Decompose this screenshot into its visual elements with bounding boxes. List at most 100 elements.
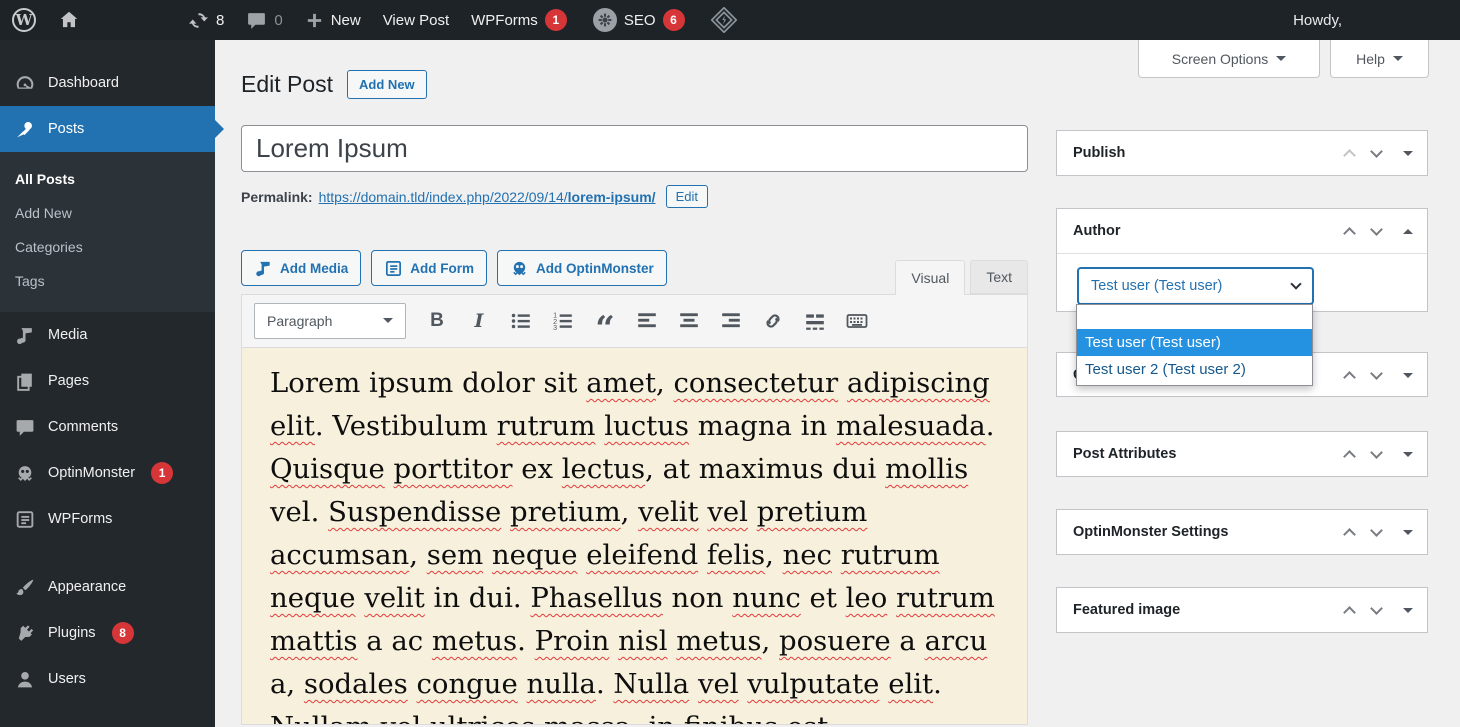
seo-menu[interactable]: SEO 6 (593, 8, 685, 32)
sidebar-item-plugins[interactable]: Plugins 8 (0, 610, 215, 656)
move-up-icon[interactable] (1343, 528, 1356, 541)
bulleted-list-button[interactable] (510, 310, 532, 332)
sidebar-item-all-posts[interactable]: All Posts (0, 162, 215, 196)
tab-text[interactable]: Text (970, 260, 1028, 294)
blockquote-button[interactable]: “ (594, 310, 616, 332)
posts-submenu: All Posts Add New Categories Tags (0, 152, 215, 312)
author-panel-header[interactable]: Author (1057, 209, 1427, 253)
featured-image-panel-header[interactable]: Featured image (1057, 588, 1427, 632)
wordpress-logo[interactable]: W (12, 8, 36, 32)
editor-content-area[interactable]: Lorem ipsum dolor sit amet, consectetur … (241, 348, 1028, 725)
text-run (595, 410, 604, 442)
author-panel-title: Author (1073, 223, 1345, 239)
site-home-link[interactable] (58, 9, 80, 31)
edit-permalink-button[interactable]: Edit (666, 185, 708, 208)
move-down-icon[interactable] (1370, 223, 1383, 236)
publish-panel-header[interactable]: Publish (1057, 131, 1427, 175)
screen-options-label: Screen Options (1172, 51, 1269, 67)
text-run (535, 711, 544, 725)
featured-image-panel: Featured image (1056, 587, 1428, 633)
text-run (748, 496, 757, 528)
screen-options-button[interactable]: Screen Options (1138, 40, 1320, 78)
optinmonster-settings-panel: OptinMonster Settings (1056, 509, 1428, 555)
view-post-link[interactable]: View Post (383, 12, 449, 29)
updates-count: 8 (216, 12, 224, 29)
misspelled-word: Proin (535, 625, 610, 657)
sidebar-item-users[interactable]: Users (0, 656, 215, 702)
chevron-down-icon (1276, 56, 1286, 66)
howdy-account-menu[interactable]: Howdy, (1293, 12, 1342, 29)
comments-indicator[interactable]: 0 (246, 10, 282, 31)
toggle-panel-icon[interactable] (1403, 452, 1413, 462)
toggle-panel-icon[interactable] (1403, 373, 1413, 383)
sidebar-item-comments[interactable]: Comments (0, 404, 215, 450)
publish-panel-title: Publish (1073, 145, 1345, 161)
tab-visual[interactable]: Visual (895, 260, 965, 295)
paragraph-format-select[interactable]: Paragraph (254, 303, 406, 339)
misspelled-word: leo (846, 582, 888, 614)
add-media-button[interactable]: Add Media (241, 250, 361, 286)
align-left-button[interactable] (636, 310, 658, 332)
misspelled-word: metus (432, 625, 517, 657)
sidebar-label-posts: Posts (48, 121, 84, 137)
sidebar-item-wpforms[interactable]: WPForms (0, 496, 215, 542)
text-run (372, 711, 381, 725)
author-select[interactable]: Test user (Test user) (1077, 267, 1314, 305)
new-content-menu[interactable]: New (305, 11, 361, 30)
move-up-icon[interactable] (1343, 149, 1356, 162)
editor-paragraph: Lorem ipsum dolor sit amet, consectetur … (270, 362, 999, 725)
toggle-panel-icon[interactable] (1403, 530, 1413, 540)
text-run: , (621, 496, 638, 528)
text-run: a, (270, 668, 304, 700)
move-down-icon[interactable] (1370, 524, 1383, 537)
align-center-button[interactable] (678, 310, 700, 332)
author-option[interactable]: Test user 2 (Test user 2) (1077, 356, 1312, 383)
sidebar-item-tags[interactable]: Tags (0, 264, 215, 298)
toggle-panel-icon[interactable] (1403, 224, 1413, 234)
toggle-panel-icon[interactable] (1403, 151, 1413, 161)
misspelled-word: massa (544, 711, 631, 725)
toggle-panel-icon[interactable] (1403, 608, 1413, 618)
numbered-list-button[interactable]: 123 (552, 310, 574, 332)
text-run: vel. (270, 496, 328, 528)
optinmonster-settings-panel-header[interactable]: OptinMonster Settings (1057, 510, 1427, 554)
sidebar-item-media[interactable]: Media (0, 312, 215, 358)
post-title-input[interactable] (241, 125, 1028, 172)
post-attributes-panel-header[interactable]: Post Attributes (1057, 432, 1427, 476)
move-down-icon[interactable] (1370, 602, 1383, 615)
move-up-icon[interactable] (1343, 606, 1356, 619)
align-right-button[interactable] (720, 310, 742, 332)
updates-indicator[interactable]: 8 (188, 10, 224, 31)
sidebar-item-add-new[interactable]: Add New (0, 196, 215, 230)
move-down-icon[interactable] (1370, 145, 1383, 158)
sidebar-item-optinmonster[interactable]: OptinMonster 1 (0, 450, 215, 496)
sidebar-item-appearance[interactable]: Appearance (0, 564, 215, 610)
permalink-link[interactable]: https://domain.tld/index.php/2022/09/14/… (319, 189, 656, 205)
wordpress-icon: W (12, 8, 36, 32)
read-more-button[interactable] (804, 310, 826, 332)
chevron-down-icon (1290, 278, 1301, 289)
add-form-button[interactable]: Add Form (371, 250, 487, 286)
italic-button[interactable]: I (468, 310, 490, 332)
wpforms-menu[interactable]: WPForms 1 (471, 9, 567, 31)
sidebar-item-pages[interactable]: Pages (0, 358, 215, 404)
author-option-selected[interactable]: Test user (Test user) (1077, 329, 1312, 356)
add-optinmonster-button[interactable]: Add OptinMonster (497, 250, 667, 286)
help-button[interactable]: Help (1330, 40, 1429, 78)
keyboard-shortcuts-button[interactable] (846, 310, 868, 332)
admin-sidebar: Dashboard Posts All Posts Add New Catego… (0, 40, 215, 727)
bold-button[interactable]: B (426, 310, 448, 332)
divi-menu[interactable] (711, 7, 737, 33)
add-new-button[interactable]: Add New (347, 70, 427, 99)
move-up-icon[interactable] (1343, 371, 1356, 384)
move-down-icon[interactable] (1370, 367, 1383, 380)
move-up-icon[interactable] (1343, 450, 1356, 463)
sidebar-item-dashboard[interactable]: Dashboard (0, 60, 215, 106)
misspelled-word: velit (364, 582, 424, 614)
move-down-icon[interactable] (1370, 446, 1383, 459)
move-up-icon[interactable] (1343, 227, 1356, 240)
insert-link-button[interactable] (762, 310, 784, 332)
sidebar-item-posts[interactable]: Posts (0, 106, 215, 152)
sidebar-label-pages: Pages (48, 373, 89, 389)
sidebar-item-categories[interactable]: Categories (0, 230, 215, 264)
